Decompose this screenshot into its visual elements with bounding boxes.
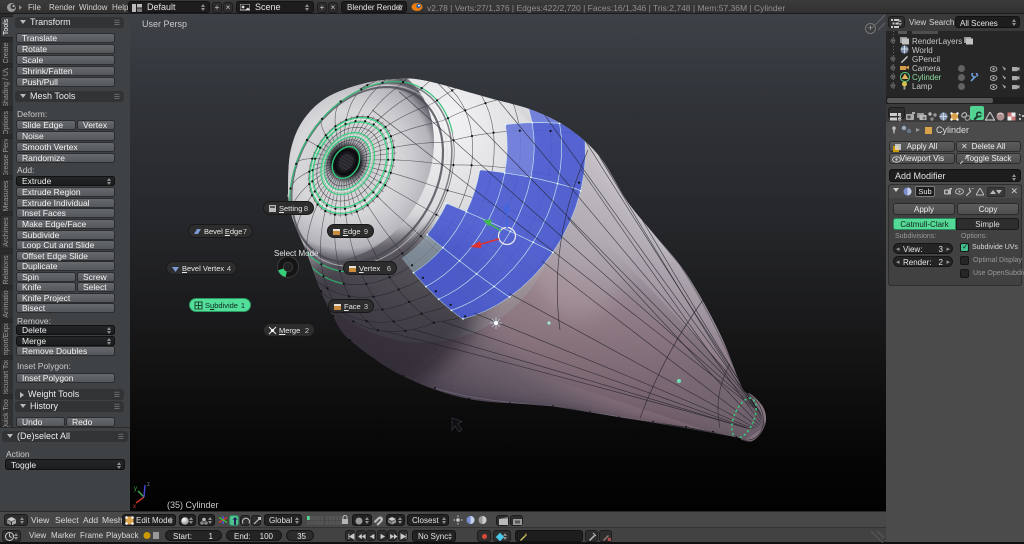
svg-text:z: z (147, 482, 150, 488)
svg-text:y: y (134, 486, 137, 492)
svg-text:x: x (133, 504, 136, 508)
